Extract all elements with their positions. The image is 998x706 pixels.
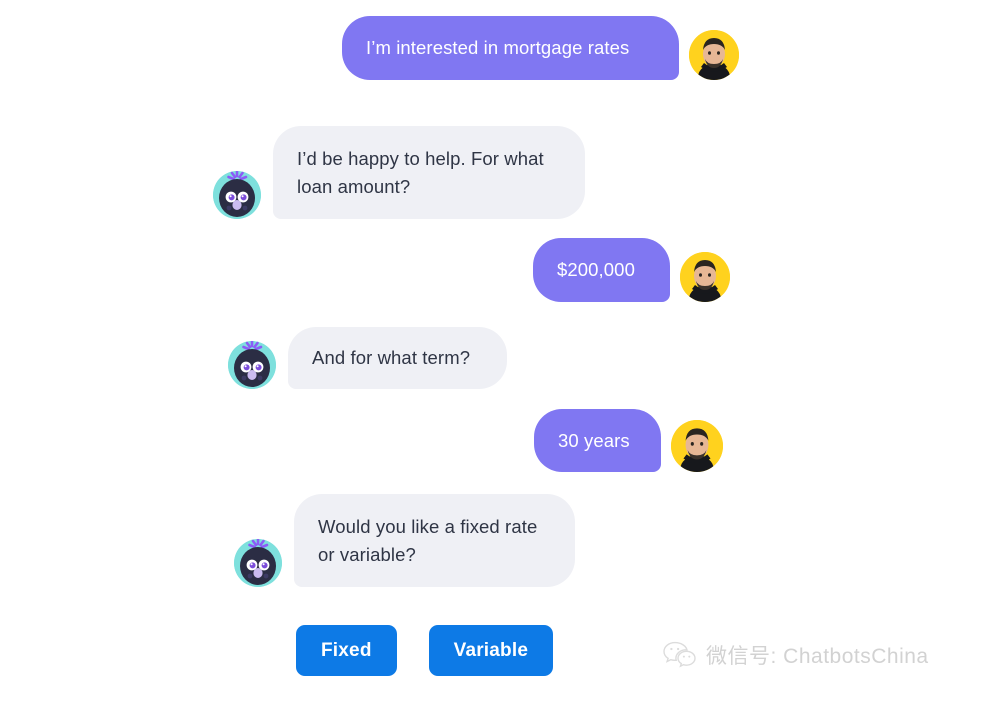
wechat-icon bbox=[663, 641, 697, 669]
chat-bubble-bot[interactable]: I’d be happy to help. For what loan amou… bbox=[273, 126, 585, 219]
watermark: 微信号: ChatbotsChina bbox=[663, 640, 929, 670]
user-photo-avatar[interactable] bbox=[680, 252, 730, 302]
message-row-user: I’m interested in mortgage rates bbox=[342, 16, 739, 80]
chat-bubble-user[interactable]: I’m interested in mortgage rates bbox=[342, 16, 679, 80]
chat-conversation-canvas: I’m interested in mortgage rates I’d be … bbox=[0, 0, 998, 706]
user-photo-avatar[interactable] bbox=[671, 420, 723, 472]
chat-bubble-bot[interactable]: And for what term? bbox=[288, 327, 507, 389]
chat-bubble-user[interactable]: $200,000 bbox=[533, 238, 670, 302]
chat-bubble-bot[interactable]: Would you like a fixed rate or variable? bbox=[294, 494, 575, 587]
message-row-user: 30 years bbox=[534, 409, 723, 472]
bot-penguin-avatar[interactable] bbox=[234, 539, 282, 587]
message-row-bot: I’d be happy to help. For what loan amou… bbox=[213, 126, 585, 219]
message-row-bot: And for what term? bbox=[228, 327, 507, 389]
chat-bubble-user[interactable]: 30 years bbox=[534, 409, 661, 472]
watermark-text: 微信号: ChatbotsChina bbox=[706, 645, 929, 668]
bot-penguin-avatar[interactable] bbox=[213, 171, 261, 219]
bot-penguin-avatar[interactable] bbox=[228, 341, 276, 389]
quick-reply-variable-button[interactable]: Variable bbox=[428, 625, 554, 676]
user-photo-avatar[interactable] bbox=[689, 30, 739, 80]
quick-reply-group: Fixed Variable bbox=[296, 625, 554, 676]
quick-reply-fixed-button[interactable]: Fixed bbox=[296, 625, 397, 676]
message-row-user: $200,000 bbox=[533, 238, 730, 302]
message-row-bot: Would you like a fixed rate or variable? bbox=[234, 494, 575, 587]
